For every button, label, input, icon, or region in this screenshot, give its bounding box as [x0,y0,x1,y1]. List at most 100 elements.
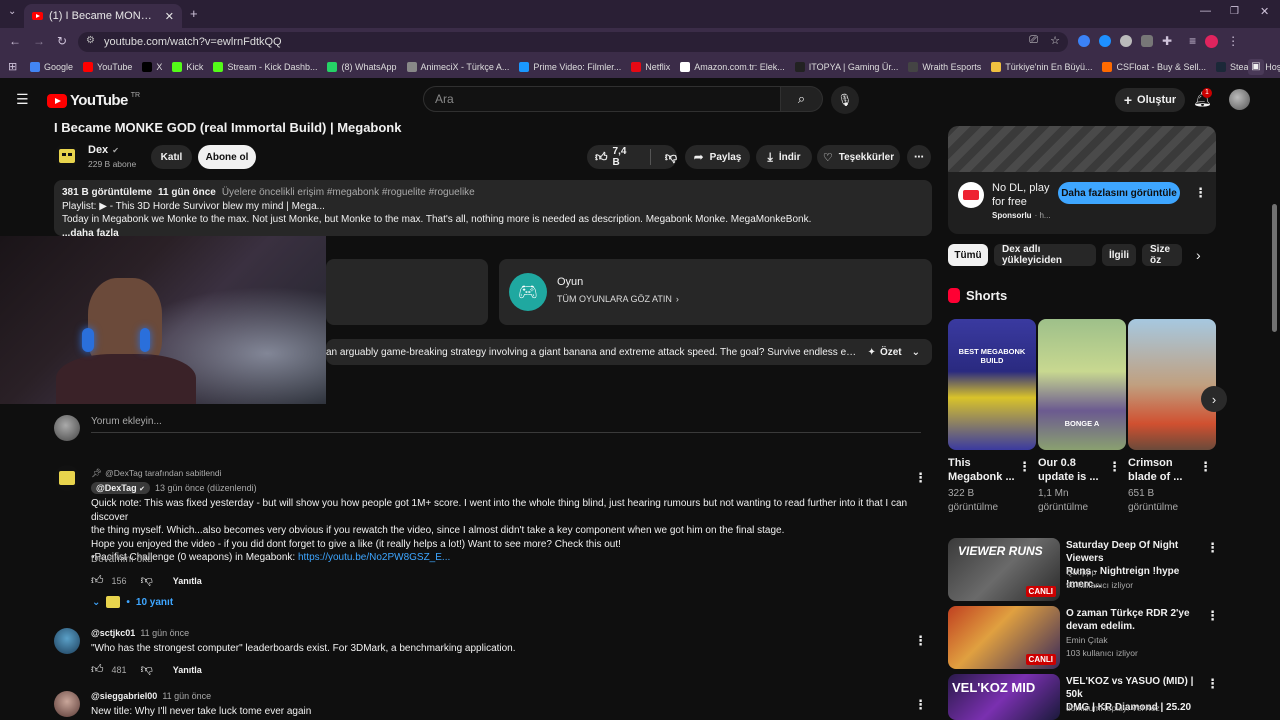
info-card[interactable] [326,259,488,325]
extension-icon[interactable] [1120,35,1132,47]
comment-avatar[interactable] [54,691,80,717]
share-button[interactable]: ➦ Paylaş [685,145,750,169]
browse-games-link[interactable]: TÜM OYUNLARA GÖZ ATIN › [557,294,679,304]
video-thumbnail[interactable]: CANLI [948,606,1060,669]
shorts-next-button[interactable]: › [1201,386,1227,412]
extension-icon[interactable] [1141,35,1153,47]
short-title[interactable]: Crimson blade of ... [1128,456,1182,484]
reply-button[interactable]: Yanıtla [173,576,202,586]
replies-toggle[interactable]: ⌄ • 10 yanıt [92,596,173,608]
chip-related[interactable]: İlgili [1102,244,1136,266]
profile-avatar[interactable] [1205,34,1219,48]
tab-active[interactable]: (1) I Became MONKE GOD (real ✕ [24,4,182,28]
read-more-link[interactable]: Devamını oku [91,554,153,565]
video-channel[interactable]: Quoppp [1066,566,1096,579]
bookmark-item[interactable]: Amazon.com.tr: Elek... [680,62,785,72]
short-thumbnail[interactable] [1128,319,1216,450]
comment-author[interactable]: @sctjkc01 [91,628,135,638]
video-channel[interactable]: domisumReplay: Vel'Koz [1066,702,1160,715]
cast-icon[interactable]: ⎚ [1029,34,1038,47]
comment-author[interactable]: @sieggabriel00 [91,691,157,701]
address-bar[interactable]: ⚙ youtube.com/watch?v=ewlrnFdtkQQ ⎚ ☆ [78,32,1068,52]
comment-like-icon[interactable]: 👍︎ [91,573,104,588]
page-scrollbar[interactable] [1272,204,1277,332]
more-actions-button[interactable]: ⋯ [907,145,931,169]
short-menu-icon[interactable]: ⋮ [1199,459,1212,475]
short-thumbnail[interactable]: BONGE A [1038,319,1126,450]
like-button[interactable]: 👍︎ 7,4 B [595,146,636,168]
chips-next-icon[interactable]: › [1196,247,1201,263]
comment-menu-icon[interactable]: ⋮ [914,697,927,713]
all-bookmarks-icon[interactable]: ▣ [1248,59,1264,75]
download-button[interactable]: ⤓ İndir [756,145,812,169]
comment-time[interactable]: 11 gün önce [162,691,211,701]
add-comment-input[interactable]: Yorum ekleyin... [91,416,162,427]
short-title[interactable]: Our 0.8 update is ... [1038,456,1099,484]
playlist-line[interactable]: Playlist: ▶ - This 3D Horde Survivor ble… [62,200,924,214]
description-box[interactable]: 381 B görüntüleme 11 gün önce Üyelere ön… [54,180,932,239]
extension-icon[interactable] [1099,35,1111,47]
youtube-logo[interactable]: YouTube TR [47,92,140,109]
dislike-button[interactable]: 👎︎ [665,150,677,165]
comment-avatar[interactable] [54,628,80,654]
chip-for-you[interactable]: Size öz [1142,244,1182,266]
reload-icon[interactable]: ↻ [57,34,67,48]
new-tab-icon[interactable]: + [190,6,198,21]
search-input[interactable]: Ara [423,86,781,112]
sponsored-ad[interactable]: No DL, play for free Sponsorlu · h... Da… [948,126,1216,234]
reply-button[interactable]: Yanıtla [173,665,202,675]
ad-menu-icon[interactable]: ⋮ [1194,185,1207,201]
comment-time[interactable]: 13 gün önce (düzenlendi) [155,483,257,493]
back-icon[interactable]: ← [9,34,21,48]
short-menu-icon[interactable]: ⋮ [1018,459,1031,475]
comment-dislike-icon[interactable]: 👎︎ [141,573,153,588]
comment-link[interactable]: https://youtu.be/No2PW8GSZ_E... [298,552,450,563]
bookmark-item[interactable]: CSFloat - Buy & Sell... [1102,62,1206,72]
video-channel[interactable]: Emin Çıtak [1066,634,1108,647]
bookmark-item[interactable]: X [142,62,162,72]
comment-time[interactable]: 11 gün önce [140,628,189,638]
short-menu-icon[interactable]: ⋮ [1108,459,1121,475]
video-menu-icon[interactable]: ⋮ [1206,540,1219,556]
create-button[interactable]: + Oluştur [1115,88,1185,112]
hamburger-menu-icon[interactable]: ☰ [16,91,32,107]
site-info-icon[interactable]: ⚙ [86,35,95,46]
tab-search-icon[interactable]: ⌄ [8,6,16,17]
forward-icon[interactable]: → [33,34,45,48]
notifications-button[interactable]: 🔔︎ 1 [1193,88,1212,108]
join-button[interactable]: Katıl [151,145,192,169]
comment-avatar[interactable] [54,465,80,491]
bookmark-item[interactable]: Kick [172,62,203,72]
video-menu-icon[interactable]: ⋮ [1206,608,1219,624]
close-window-icon[interactable]: ✕ [1260,5,1269,18]
bookmark-item[interactable]: Türkiye'nin En Büyü... [991,62,1092,72]
chip-all[interactable]: Tümü [948,244,988,266]
comment-author-badge[interactable]: @DexTag ✔ [91,482,151,494]
subscribe-button[interactable]: Abone ol [198,145,256,169]
video-menu-icon[interactable]: ⋮ [1206,676,1219,692]
summary-toggle[interactable]: ✦ Özet ⌄ [868,347,932,358]
comment-menu-icon[interactable]: ⋮ [914,633,927,649]
tab-close-icon[interactable]: ✕ [165,10,174,23]
ai-summary-box[interactable]: an arguably game-breaking strategy invol… [326,339,932,365]
chip-from-uploader[interactable]: Dex adlı yükleyiciden [994,244,1096,266]
bookmark-item[interactable]: AnimeciX - Türkçe A... [406,62,509,72]
extensions-puzzle-icon[interactable]: ✚ [1162,34,1172,48]
thanks-button[interactable]: ♡ Teşekkürler [817,145,900,169]
bookmark-item[interactable]: Stream - Kick Dashb... [213,62,317,72]
bookmark-item[interactable]: Netflix [631,62,670,72]
apps-grid-icon[interactable]: ⊞ [8,60,17,73]
minimize-icon[interactable]: — [1200,5,1211,17]
short-title[interactable]: This Megabonk ... [948,456,1015,484]
comment-menu-icon[interactable]: ⋮ [914,470,927,486]
browser-menu-icon[interactable]: ⋮ [1227,34,1239,48]
channel-name-row[interactable]: Dex ✔ [88,144,119,156]
game-card[interactable]: 🎮︎ Oyun TÜM OYUNLARA GÖZ ATIN › [499,259,932,325]
video-thumbnail[interactable]: VEL'KOZ MID [948,674,1060,720]
reading-list-icon[interactable]: ≡ [1189,34,1196,48]
bookmark-item[interactable]: YouTube [83,62,132,72]
channel-avatar[interactable] [54,143,80,169]
bookmark-item[interactable]: Wraith Esports [908,62,981,72]
bookmark-star-icon[interactable]: ☆ [1050,34,1060,47]
ad-cta-button[interactable]: Daha fazlasını görüntüle [1058,182,1180,204]
